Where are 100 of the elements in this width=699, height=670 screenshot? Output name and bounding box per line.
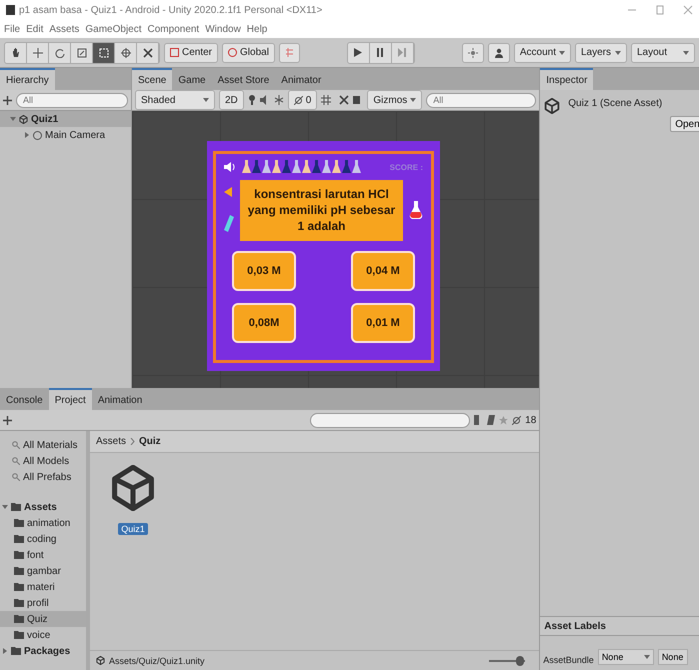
breadcrumb-item[interactable]: Quiz xyxy=(139,436,161,447)
panel-tab[interactable]: Asset Store xyxy=(212,68,276,90)
tree-item[interactable]: profil xyxy=(0,595,86,611)
collab-button[interactable] xyxy=(462,42,484,62)
pivot-icon xyxy=(170,48,179,57)
asset-label[interactable]: Quiz1 xyxy=(118,523,148,535)
answer-button[interactable]: 0,01 M xyxy=(351,302,415,343)
tree-item[interactable]: Quiz xyxy=(0,611,86,627)
add-icon[interactable] xyxy=(3,96,12,104)
panel-tab[interactable]: Animator xyxy=(275,68,328,90)
add-icon[interactable] xyxy=(3,416,12,424)
step-icon xyxy=(398,48,406,57)
search-icon xyxy=(12,457,20,465)
sun-icon xyxy=(468,48,478,58)
assetbundle-dropdown[interactable]: None xyxy=(598,649,654,665)
panel-tab[interactable]: Scene xyxy=(132,68,172,90)
caret-icon xyxy=(410,97,416,103)
scene-icon xyxy=(19,114,28,124)
star-icon[interactable] xyxy=(499,416,508,424)
menu-item[interactable]: Component xyxy=(148,24,200,34)
window-title: p1 asam basa - Quiz1 - Android - Unity 2020.2.1f1 Personal <DX11> xyxy=(19,4,324,16)
panel-tab[interactable]: Console xyxy=(0,388,49,410)
tree-item[interactable]: voice xyxy=(0,627,86,643)
variant-dropdown[interactable]: None xyxy=(658,649,688,665)
hierarchy-item[interactable]: Main Camera xyxy=(0,127,131,143)
collapsed-caret-icon xyxy=(24,132,30,138)
grid-icon[interactable] xyxy=(321,95,332,105)
question-text: konsentrasi larutan HCl yang memiliki pH sebesar 1 adalah xyxy=(240,180,403,241)
favorite-item[interactable]: All Models xyxy=(0,453,86,469)
effects-icon[interactable] xyxy=(274,95,284,105)
move-icon xyxy=(32,48,42,58)
expanded-caret-icon xyxy=(2,504,8,510)
inspector-tab[interactable]: Inspector xyxy=(540,68,594,90)
menu-item[interactable]: Help xyxy=(246,24,268,34)
slider-thumb[interactable] xyxy=(516,656,524,666)
answer-button[interactable]: 0,04 M xyxy=(351,250,415,291)
layers-dropdown[interactable]: Layers xyxy=(575,42,627,62)
caret-icon xyxy=(203,97,209,103)
menu-item[interactable]: Assets xyxy=(49,24,80,34)
gizmos-dropdown[interactable]: Gizmos xyxy=(367,90,422,110)
hierarchy-tab[interactable]: Hierarchy xyxy=(0,68,55,90)
caret-icon xyxy=(615,50,621,56)
search-field[interactable] xyxy=(310,412,470,428)
caret-icon xyxy=(683,50,689,56)
tree-item[interactable]: materi xyxy=(0,579,86,595)
caret-icon xyxy=(644,654,650,660)
tree-item[interactable]: animation xyxy=(0,515,86,531)
camera-icon xyxy=(33,130,42,140)
test-tube-icon xyxy=(224,215,234,234)
asset-title: Quiz 1 (Scene Asset) xyxy=(568,98,662,109)
rect-tool-button[interactable] xyxy=(93,42,115,62)
open-button[interactable]: Open xyxy=(670,116,699,132)
tree-item[interactable]: font xyxy=(0,547,86,563)
shading-dropdown[interactable]: Shaded xyxy=(135,90,215,110)
hidden-icon xyxy=(294,96,303,104)
tree-item[interactable]: gambar xyxy=(0,563,86,579)
tree-item[interactable]: coding xyxy=(0,531,86,547)
2d-toggle[interactable]: 2D xyxy=(219,90,244,110)
hidden-icon xyxy=(512,416,522,424)
account-dropdown[interactable]: Account xyxy=(514,42,571,62)
hidden-objects-button[interactable]: 0 xyxy=(288,90,318,110)
hidden-count: 18 xyxy=(525,414,536,426)
menu-item[interactable]: Edit xyxy=(26,24,44,34)
panel-tab[interactable]: Game xyxy=(172,68,212,90)
hierarchy-item[interactable]: Quiz1 xyxy=(0,111,131,127)
pivot-button[interactable]: Center xyxy=(164,42,218,62)
favorite-item[interactable]: All Prefabs xyxy=(0,469,86,485)
search-field[interactable]: All xyxy=(16,92,128,108)
space-button[interactable]: Global xyxy=(222,42,275,62)
scale-icon xyxy=(76,48,86,58)
tree-item[interactable]: Packages xyxy=(0,643,86,659)
asset-path: Assets/Quiz/Quiz1.unity xyxy=(109,656,205,666)
answer-button[interactable]: 0,08M xyxy=(232,302,296,343)
back-arrow-icon[interactable] xyxy=(224,187,232,198)
flask-icon xyxy=(409,200,423,220)
unity-app-icon xyxy=(6,5,15,15)
menu-item[interactable]: Window xyxy=(205,24,241,34)
score-label: SCORE : xyxy=(390,162,423,172)
search-field[interactable]: All xyxy=(426,92,536,108)
breadcrumb-item[interactable]: Assets xyxy=(96,436,126,447)
asset-labels-header: Asset Labels xyxy=(540,616,699,636)
tools-icon[interactable] xyxy=(339,95,350,105)
assetbundle-label: AssetBundle xyxy=(543,655,594,665)
expanded-caret-icon xyxy=(10,116,16,122)
snap-icon xyxy=(284,48,294,57)
cloud-button[interactable] xyxy=(488,42,510,62)
speaker-icon[interactable] xyxy=(224,162,236,172)
menu-item[interactable]: GameObject xyxy=(85,24,142,34)
globe-icon xyxy=(228,48,238,57)
chevron-icon xyxy=(130,438,136,445)
panel-tab[interactable]: Animation xyxy=(92,388,148,410)
tree-item[interactable]: Assets xyxy=(0,499,86,515)
answer-button[interactable]: 0,03 M xyxy=(232,250,296,291)
hand-icon xyxy=(10,48,20,58)
light-icon[interactable] xyxy=(248,95,256,105)
layout-dropdown[interactable]: Layout xyxy=(631,42,695,62)
favorite-item[interactable]: All Materials xyxy=(0,437,86,453)
collapsed-caret-icon xyxy=(2,648,8,654)
menu-item[interactable]: File xyxy=(4,24,20,34)
panel-tab[interactable]: Project xyxy=(48,388,92,410)
